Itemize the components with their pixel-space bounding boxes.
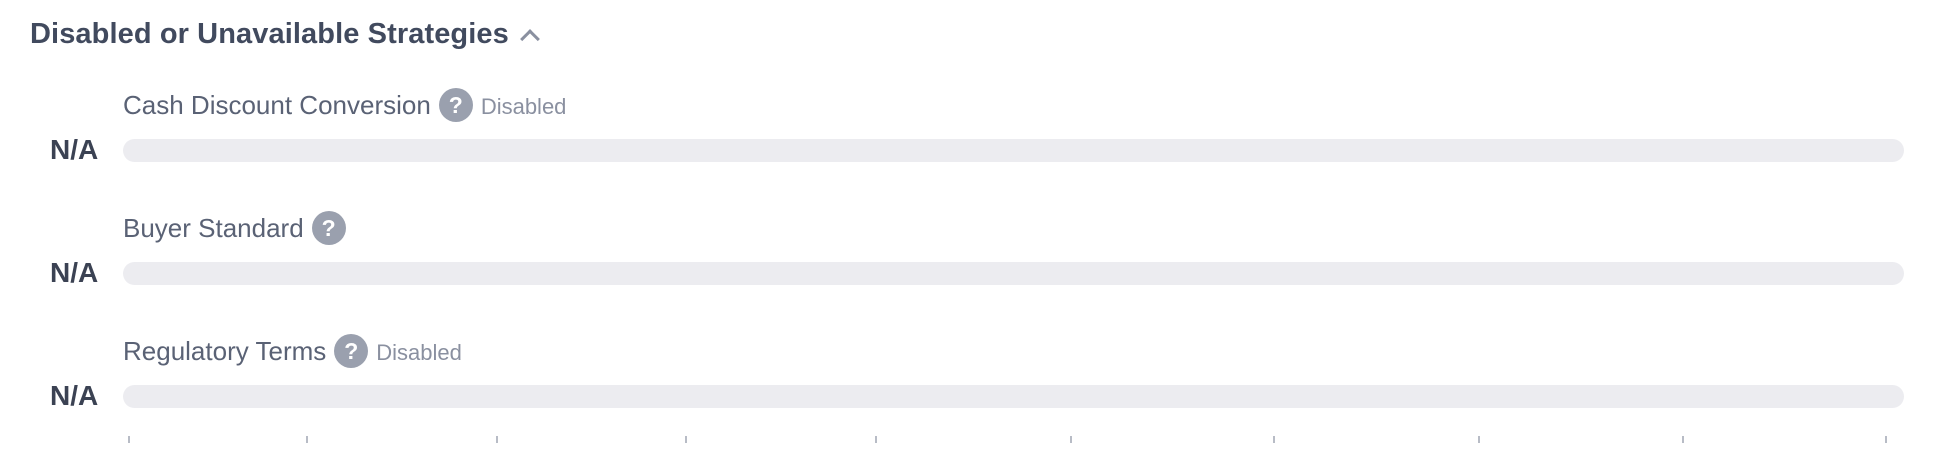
strategy-value: N/A — [50, 257, 99, 288]
axis-tick — [1273, 436, 1275, 443]
axis-tick — [496, 436, 498, 443]
strategy-name: Buyer Standard — [123, 212, 304, 243]
strategy-value: N/A — [50, 134, 99, 165]
section-header-toggle[interactable]: Disabled or Unavailable Strategies — [30, 18, 540, 51]
status-text: Disabled — [376, 339, 462, 365]
strategy-row-cash-discount-conversion: Cash Discount Conversion ? Disabled N/A — [0, 87, 1948, 177]
section-title: Disabled or Unavailable Strategies — [30, 18, 509, 50]
strategy-label-row: Regulatory Terms ? Disabled — [123, 333, 462, 369]
strategy-label-row: Cash Discount Conversion ? Disabled — [123, 87, 566, 123]
question-icon[interactable]: ? — [311, 211, 346, 245]
strategy-row-regulatory-terms: Regulatory Terms ? Disabled N/A — [0, 333, 1948, 423]
strategy-label-row: Buyer Standard ? — [123, 210, 354, 246]
strategy-row-buyer-standard: Buyer Standard ? N/A — [0, 210, 1948, 300]
axis-tick — [685, 436, 687, 443]
axis-tick — [306, 436, 308, 443]
chevron-up-icon[interactable] — [519, 28, 540, 49]
strategy-value: N/A — [50, 380, 99, 411]
axis-tick — [1070, 436, 1072, 443]
axis-tick — [1682, 436, 1684, 443]
axis-tick — [875, 436, 877, 443]
status-text: Disabled — [480, 93, 567, 119]
strategy-name: Cash Discount Conversion — [123, 89, 431, 120]
question-icon[interactable]: ? — [334, 334, 369, 368]
axis-tick — [1885, 436, 1887, 443]
strategy-bar-track — [123, 139, 1904, 162]
axis-tick — [1478, 436, 1480, 443]
strategy-bar-track — [123, 385, 1904, 408]
strategy-bar-track — [123, 262, 1904, 285]
question-icon[interactable]: ? — [438, 88, 473, 122]
axis-ticks — [0, 436, 1948, 448]
axis-tick — [128, 436, 130, 443]
strategy-name: Regulatory Terms — [123, 335, 327, 366]
